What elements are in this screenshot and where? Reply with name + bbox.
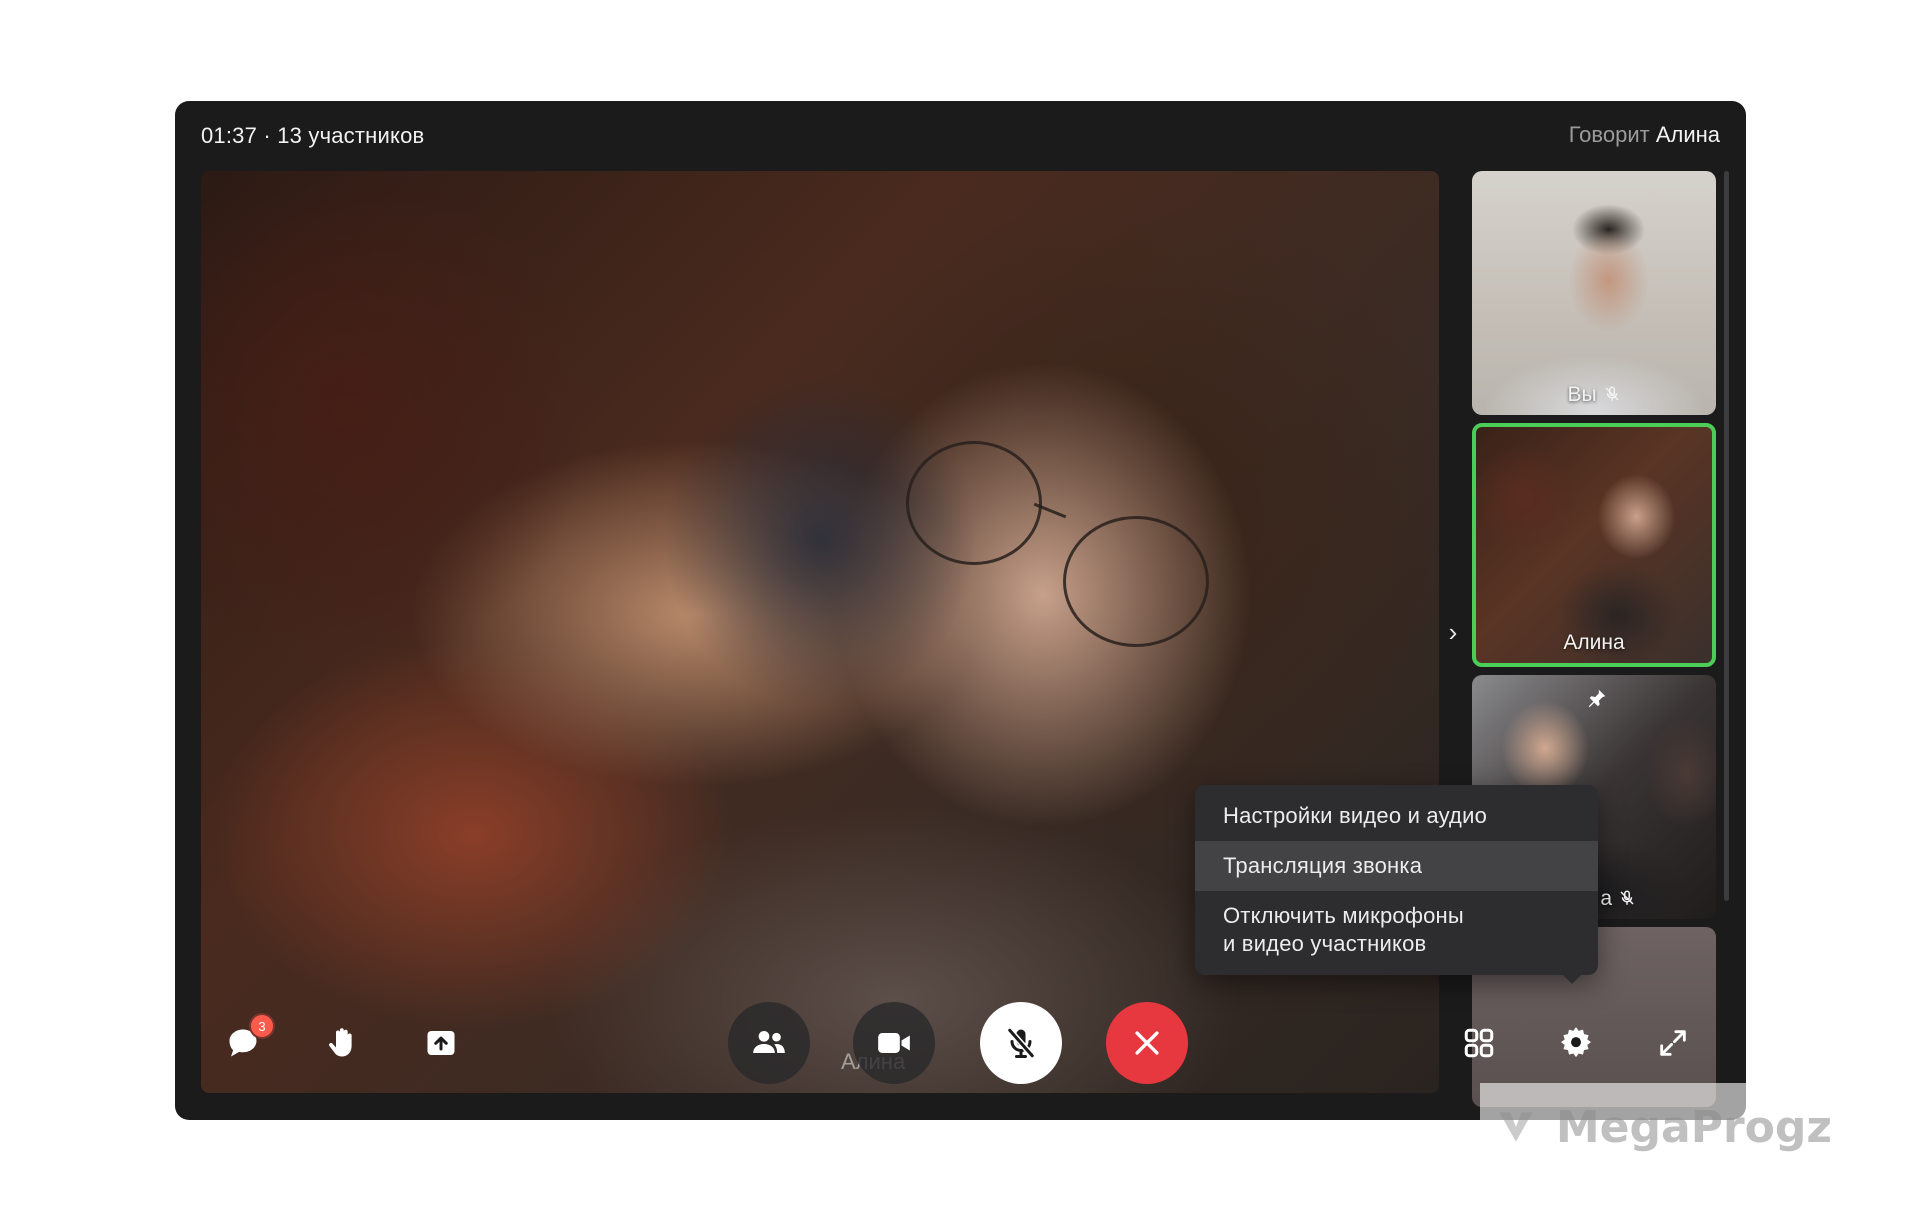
video-content <box>906 441 1042 565</box>
participants-scrollbar[interactable] <box>1724 171 1729 901</box>
participant-name: Алина <box>1563 631 1625 654</box>
share-screen-icon <box>427 1031 455 1055</box>
menu-item-mute-participants[interactable]: Отключить микрофоны и видео участников <box>1195 891 1598 969</box>
end-call-icon <box>1135 1031 1159 1055</box>
call-info: 01:37 · 13 участников <box>201 123 425 148</box>
end-call-button[interactable] <box>1106 1002 1188 1084</box>
speaker-prefix: Говорит <box>1568 122 1650 147</box>
watermark: MegaProgz <box>1480 1083 1832 1171</box>
raise-hand-button[interactable] <box>318 1019 366 1067</box>
menu-item-video-audio-settings[interactable]: Настройки видео и аудио <box>1195 791 1598 841</box>
microphone-muted-icon <box>1605 386 1619 401</box>
microphone-button[interactable] <box>980 1002 1062 1084</box>
settings-icon <box>1561 1027 1591 1058</box>
participants-icon <box>753 1031 785 1053</box>
microphone-muted-icon <box>1620 890 1634 905</box>
grid-layout-icon <box>1464 1028 1494 1058</box>
fullscreen-button[interactable] <box>1649 1019 1697 1067</box>
menu-pointer <box>1563 975 1581 984</box>
camera-button[interactable] <box>853 1002 935 1084</box>
video-content <box>1063 516 1209 647</box>
microphone-muted-icon <box>1007 1028 1035 1058</box>
participant-tile-self[interactable]: Вы <box>1472 171 1716 415</box>
participant-tile-label: Вы <box>1472 383 1716 407</box>
chat-button[interactable]: 3 <box>219 1013 275 1067</box>
collapse-sidebar-icon[interactable]: › <box>1441 617 1465 648</box>
menu-item-call-broadcast[interactable]: Трансляция звонка <box>1195 841 1598 891</box>
speaker-name: Алина <box>1655 122 1720 147</box>
grid-layout-button[interactable] <box>1455 1019 1503 1067</box>
share-screen-button[interactable] <box>417 1019 465 1067</box>
participant-name: а <box>1600 887 1612 910</box>
participant-tile-speaking[interactable]: Алина <box>1472 423 1716 667</box>
participant-tile-label: Алина <box>1476 631 1712 655</box>
chat-badge: 3 <box>249 1013 275 1039</box>
fullscreen-icon <box>1660 1030 1686 1056</box>
watermark-logo <box>1499 1112 1533 1142</box>
active-speaker: Говорит Алина <box>1569 122 1720 148</box>
pin-icon[interactable] <box>1586 687 1608 709</box>
call-window: 01:37 · 13 участников Говорит Алина Алин… <box>175 101 1746 1120</box>
camera-icon <box>878 1033 910 1053</box>
settings-button[interactable] <box>1552 1019 1600 1067</box>
settings-menu: Настройки видео и аудио Трансляция звонк… <box>1195 785 1598 984</box>
participants-button[interactable] <box>728 1002 810 1084</box>
watermark-text: MegaProgz <box>1555 1101 1832 1153</box>
participant-name: Вы <box>1567 383 1597 406</box>
raise-hand-icon <box>329 1028 352 1057</box>
